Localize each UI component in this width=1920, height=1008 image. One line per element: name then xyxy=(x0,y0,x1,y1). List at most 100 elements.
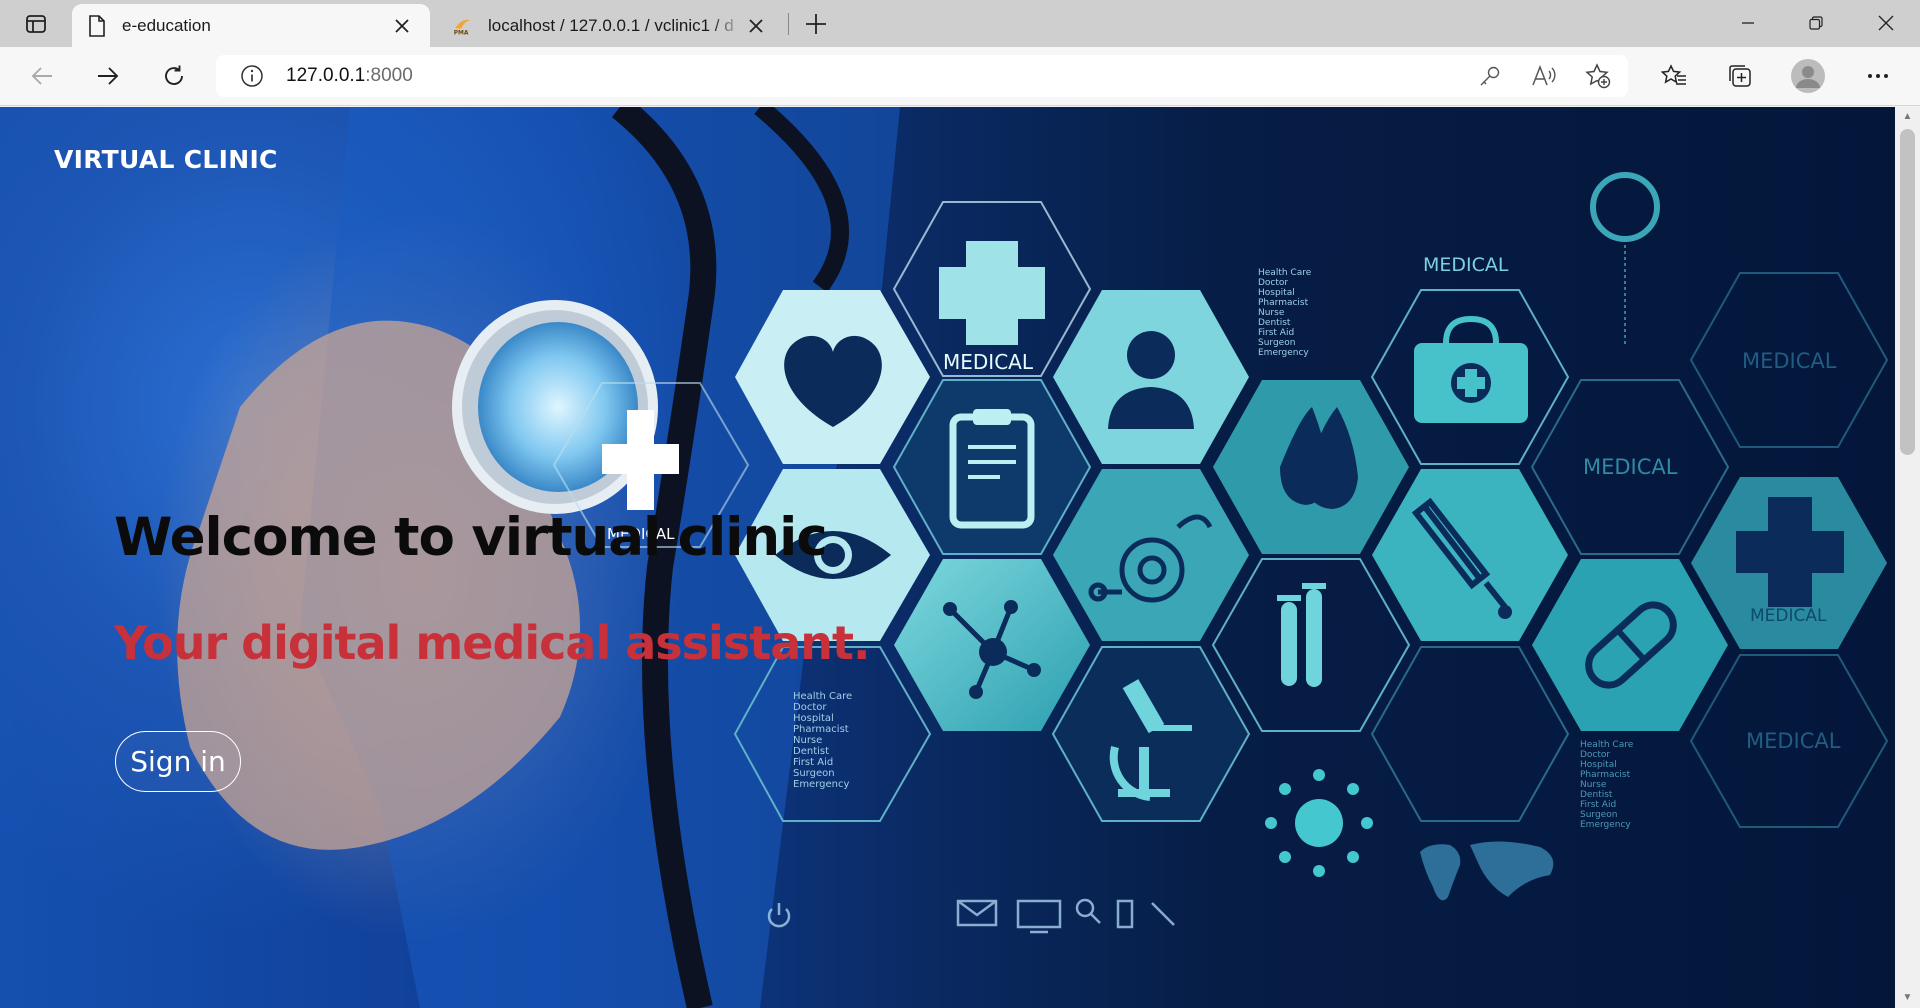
plus-icon xyxy=(939,241,1045,345)
svg-text:Surgeon: Surgeon xyxy=(1258,338,1295,348)
svg-text:Surgeon: Surgeon xyxy=(793,768,835,779)
sign-in-button[interactable]: Sign in xyxy=(115,731,241,792)
svg-text:First Aid: First Aid xyxy=(793,757,833,768)
forward-button[interactable] xyxy=(88,57,128,95)
minimize-icon xyxy=(1742,22,1754,24)
browser-toolbar: 127.0.0.1:8000 xyxy=(0,47,1920,106)
close-icon xyxy=(749,18,763,33)
collections-button[interactable] xyxy=(1720,57,1760,95)
back-button[interactable] xyxy=(22,57,62,95)
site-brand[interactable]: VIRTUAL CLINIC xyxy=(54,145,278,174)
mail-icon xyxy=(956,899,998,927)
svg-text:Pharmacist: Pharmacist xyxy=(793,724,849,735)
tab-actions-button[interactable] xyxy=(14,9,58,39)
svg-text:Hospital: Hospital xyxy=(1258,288,1295,298)
key-icon xyxy=(1480,66,1500,86)
tab-close-button[interactable] xyxy=(388,12,416,40)
scroll-up-arrow-icon[interactable]: ▲ xyxy=(1901,111,1914,123)
svg-text:Doctor: Doctor xyxy=(1580,750,1610,760)
read-aloud-icon xyxy=(1532,65,1556,86)
restore-button[interactable] xyxy=(1782,0,1850,46)
more-icon xyxy=(1868,74,1888,78)
svg-text:Dentist: Dentist xyxy=(1580,790,1613,800)
close-icon xyxy=(1878,15,1894,31)
svg-text:Nurse: Nurse xyxy=(1580,780,1607,790)
svg-text:Health Care: Health Care xyxy=(1258,268,1312,278)
tab-close-button[interactable] xyxy=(742,12,770,40)
add-favorite-button[interactable] xyxy=(1578,56,1618,96)
test-tubes-icon xyxy=(1277,583,1326,687)
medical-label: MEDICAL xyxy=(1746,729,1841,753)
tools-icon xyxy=(1151,902,1175,926)
phpmyadmin-icon: PMA xyxy=(452,15,474,37)
svg-text:Doctor: Doctor xyxy=(793,702,827,713)
page-viewport: MEDICAL Health Care Doctor Hospital Phar… xyxy=(0,107,1895,1008)
page-icon xyxy=(86,14,108,37)
scroll-down-arrow-icon[interactable]: ▼ xyxy=(1901,992,1914,1004)
site-info-button[interactable] xyxy=(232,56,272,96)
svg-text:Doctor: Doctor xyxy=(1258,278,1288,288)
hex-outline xyxy=(1370,646,1570,822)
medical-label: MEDICAL xyxy=(1742,349,1837,373)
tab-title: localhost / 127.0.0.1 / vclinic1 / d xyxy=(488,15,734,35)
svg-text:Nurse: Nurse xyxy=(1258,308,1285,318)
svg-text:Emergency: Emergency xyxy=(1258,348,1309,358)
read-aloud-button[interactable] xyxy=(1524,56,1564,96)
medical-kit-icon xyxy=(1414,315,1528,423)
virus-icon xyxy=(1265,769,1373,877)
hero-title: Welcome to virtual clinic xyxy=(114,507,828,568)
profile-button[interactable] xyxy=(1788,57,1828,95)
svg-text:First Aid: First Aid xyxy=(1580,800,1616,810)
favorites-icon xyxy=(1661,64,1686,85)
page-scrollbar[interactable]: ▲ ▼ xyxy=(1895,107,1920,1008)
window-close-button[interactable] xyxy=(1852,0,1920,46)
svg-text:Nurse: Nurse xyxy=(793,735,822,746)
ring-icon xyxy=(1590,172,1660,242)
svg-text:Dentist: Dentist xyxy=(793,746,829,757)
minimize-button[interactable] xyxy=(1714,0,1782,46)
url-port: :8000 xyxy=(365,65,413,86)
world-map-icon xyxy=(1420,841,1554,901)
svg-text:First Aid: First Aid xyxy=(1258,328,1294,338)
settings-menu-button[interactable] xyxy=(1858,57,1898,95)
medical-label: MEDICAL xyxy=(1750,606,1827,626)
password-key-button[interactable] xyxy=(1470,56,1510,96)
svg-text:Emergency: Emergency xyxy=(793,779,849,790)
info-icon xyxy=(241,65,263,87)
refresh-icon xyxy=(165,65,183,85)
bottom-icon-row xyxy=(767,898,1175,934)
new-tab-button[interactable] xyxy=(798,8,834,40)
monitor-icon xyxy=(1016,899,1062,934)
medical-label: MEDICAL xyxy=(1583,455,1678,479)
url-text[interactable]: 127.0.0.1:8000 xyxy=(286,65,413,87)
url-host: 127.0.0.1 xyxy=(286,65,366,86)
address-bar[interactable]: 127.0.0.1:8000 xyxy=(216,55,1628,97)
star-add-icon xyxy=(1585,63,1611,89)
svg-text:Hospital: Hospital xyxy=(1580,760,1617,770)
phpmyadmin-icon-text: PMA xyxy=(454,30,469,36)
tab-actions-icon xyxy=(26,15,46,33)
restore-icon xyxy=(1809,16,1823,30)
tab-e-education[interactable]: e-education xyxy=(72,4,430,47)
svg-text:Pharmacist: Pharmacist xyxy=(1258,298,1309,308)
search-icon xyxy=(1075,898,1101,924)
arrow-left-icon xyxy=(31,67,52,85)
phone-icon xyxy=(1116,899,1134,929)
hero-subtitle: Your digital medical assistant. xyxy=(114,616,870,670)
scrollbar-thumb[interactable] xyxy=(1900,129,1915,455)
arrow-right-icon xyxy=(98,67,119,85)
refresh-button[interactable] xyxy=(154,57,194,95)
favorites-button[interactable] xyxy=(1654,57,1694,95)
hex-list-text: Health Care Doctor Hospital Pharmacist N… xyxy=(793,691,852,790)
avatar-icon xyxy=(1791,59,1825,93)
tab-phpmyadmin[interactable]: PMA localhost / 127.0.0.1 / vclinic1 / d xyxy=(438,4,784,47)
svg-text:Hospital: Hospital xyxy=(793,713,834,724)
svg-text:Emergency: Emergency xyxy=(1580,820,1631,830)
plus-icon xyxy=(806,14,826,34)
tab-strip: e-education PMA localhost / 127.0.0.1 / … xyxy=(0,0,1920,47)
svg-text:Surgeon: Surgeon xyxy=(1580,810,1617,820)
hex-list-text: Health Care Doctor Hospital Pharmacist N… xyxy=(1580,740,1634,830)
svg-text:Dentist: Dentist xyxy=(1258,318,1291,328)
svg-text:Health Care: Health Care xyxy=(793,691,852,702)
svg-text:Health Care: Health Care xyxy=(1580,740,1634,750)
